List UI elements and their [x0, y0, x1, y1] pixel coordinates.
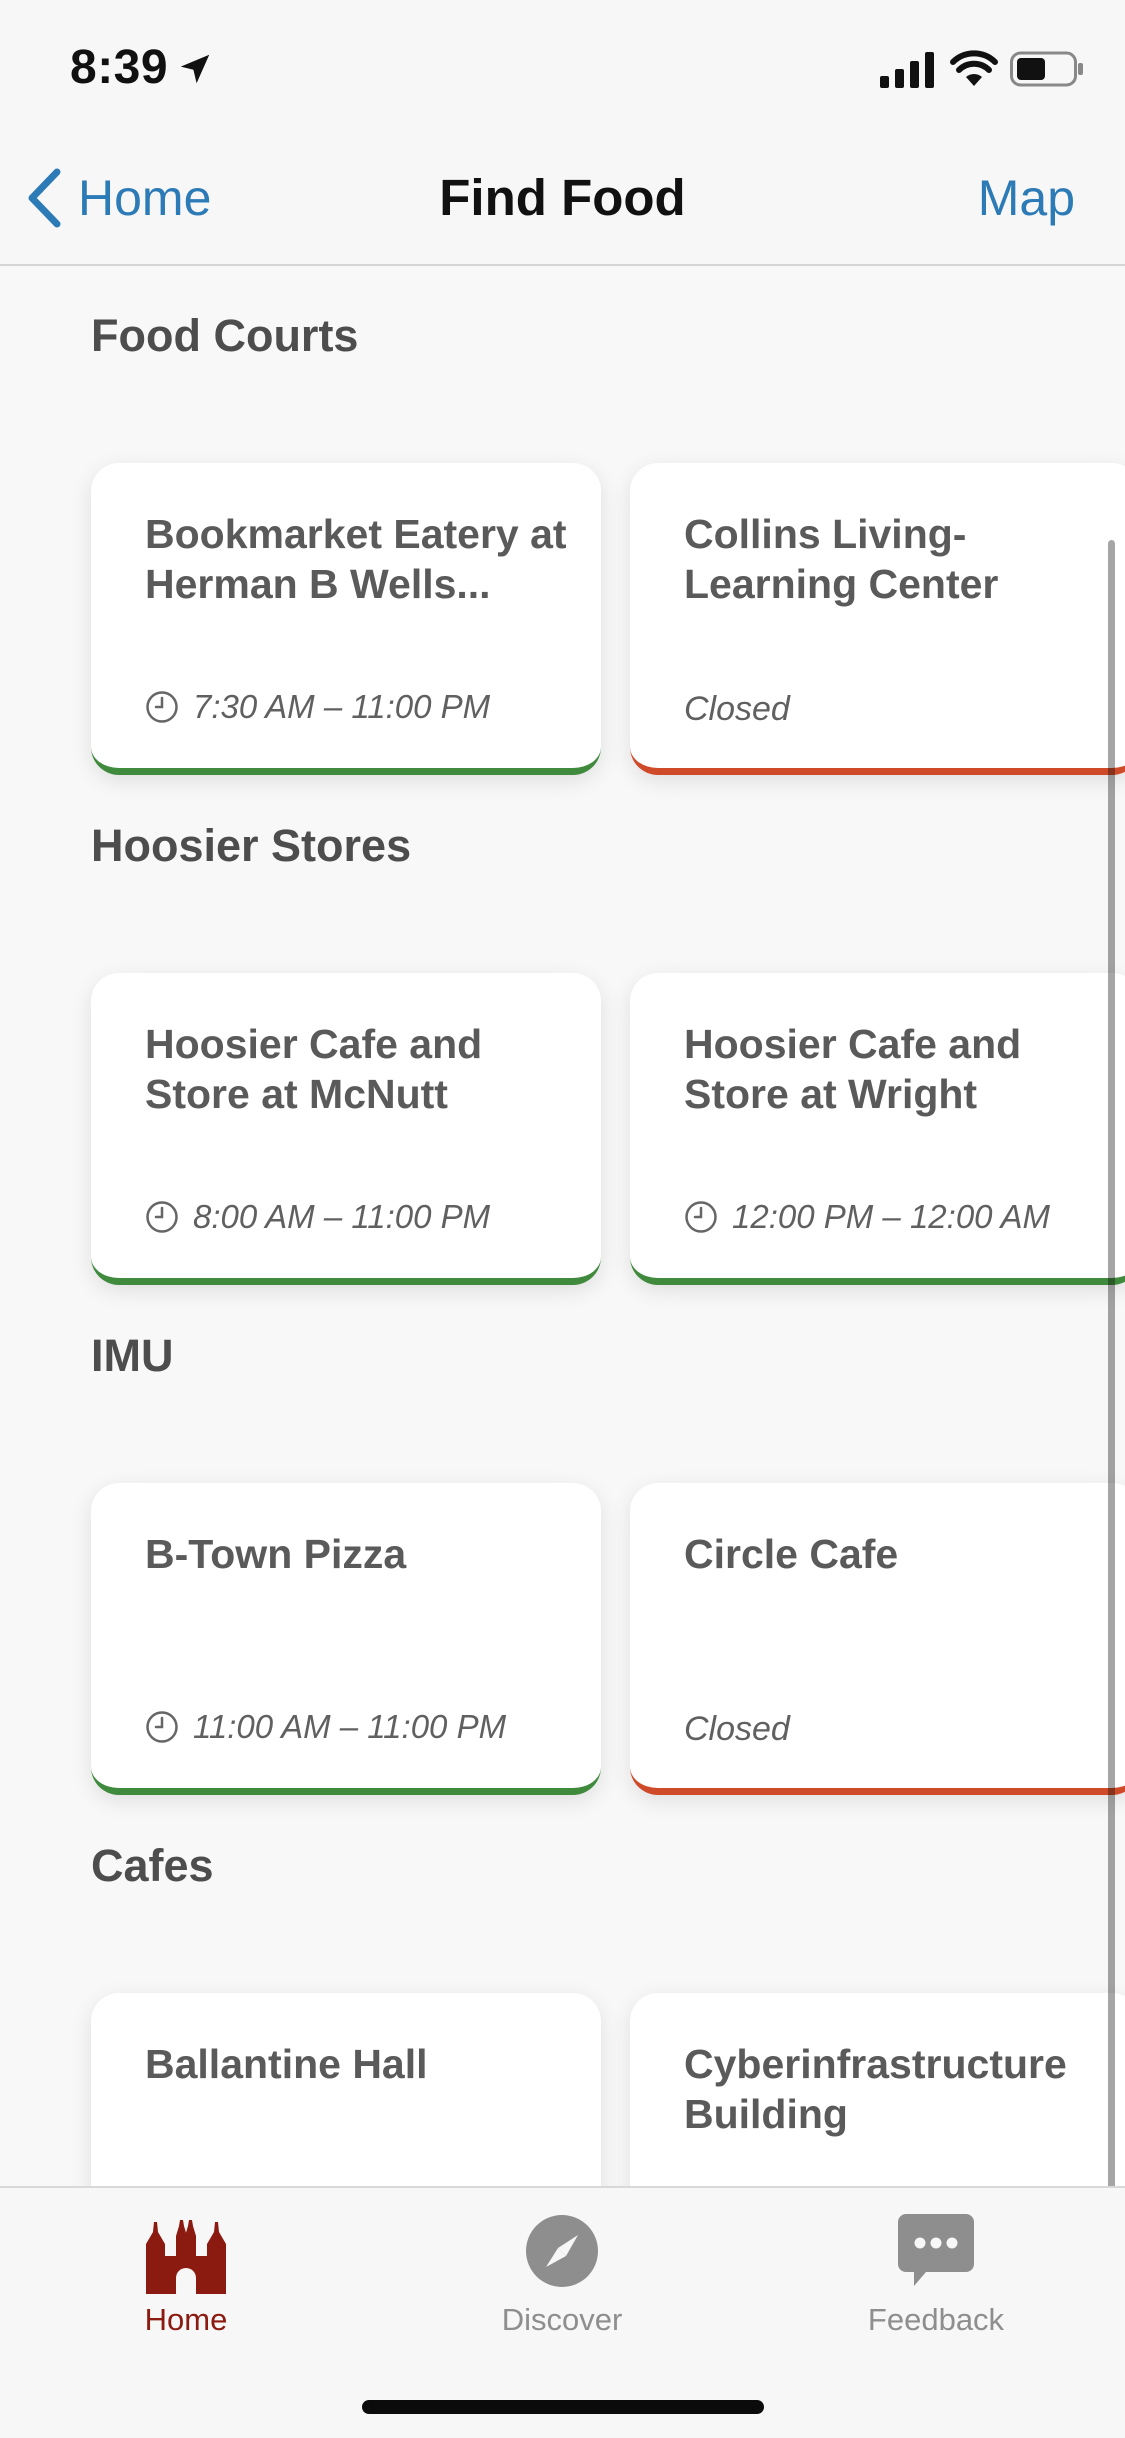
tab-label: Discover: [501, 2302, 623, 2337]
clock-icon: [146, 691, 178, 723]
section-title: Food Courts: [91, 310, 359, 361]
location-hours-text: 11:00 AM – 11:00 PM: [193, 1708, 507, 1745]
home-indicator[interactable]: [362, 2400, 764, 2414]
clock-icon: [146, 1711, 178, 1743]
location-hours-text: 12:00 PM – 12:00 AM: [732, 1198, 1050, 1235]
location-hours: 11:00 AM – 11:00 PM: [145, 1705, 506, 1749]
location-card[interactable]: Cyberinfrastructure Building: [630, 1993, 1125, 2186]
location-hours-text: 8:00 AM – 11:00 PM: [193, 1198, 491, 1235]
wifi-icon: [950, 50, 998, 86]
location-card[interactable]: Circle Cafe Closed: [630, 1483, 1125, 1795]
location-card[interactable]: B-Town Pizza 11:00 AM – 11:00 PM: [91, 1483, 601, 1795]
location-name: Bookmarket Eatery at Herman B Wells...: [145, 511, 567, 607]
location-name: Collins Living-Learning Center: [684, 511, 999, 607]
location-hours-text: 7:30 AM – 11:00 PM: [193, 688, 491, 725]
status-bar: 8:39: [0, 0, 1125, 132]
chevron-left-icon: [28, 168, 61, 228]
location-name: Cyberinfrastructure Building: [684, 2041, 1067, 2137]
clock-icon: [146, 1201, 178, 1233]
location-hours: 12:00 PM – 12:00 AM: [684, 1195, 1050, 1239]
location-name: B-Town Pizza: [145, 1531, 407, 1577]
location-card[interactable]: Bookmarket Eatery at Herman B Wells... 7…: [91, 463, 601, 775]
scroll-indicator[interactable]: [1108, 540, 1115, 2186]
battery-icon: [1010, 51, 1083, 87]
back-button[interactable]: Home: [24, 162, 211, 234]
tab-discover[interactable]: Discover: [437, 2206, 687, 2356]
location-card[interactable]: Hoosier Cafe and Store at McNutt 8:00 AM…: [91, 973, 601, 1285]
location-hours: 8:00 AM – 11:00 PM: [145, 1195, 490, 1239]
location-status: Closed: [684, 690, 790, 728]
location-arrow-icon: [180, 54, 210, 84]
location-card[interactable]: Hoosier Cafe and Store at Wright 12:00 P…: [630, 973, 1125, 1285]
home-towers-icon: [146, 2220, 226, 2294]
clock-icon: [685, 1201, 717, 1233]
tab-label: Home: [144, 2302, 228, 2337]
tab-feedback[interactable]: Feedback: [811, 2206, 1061, 2356]
tab-home[interactable]: Home: [61, 2206, 311, 2356]
map-button[interactable]: Map: [978, 162, 1075, 234]
location-name: Circle Cafe: [684, 1531, 899, 1577]
section-title: Cafes: [91, 1840, 214, 1891]
section-title: IMU: [91, 1330, 174, 1381]
tab-label: Feedback: [867, 2302, 1005, 2337]
location-name: Hoosier Cafe and Store at McNutt: [145, 1021, 483, 1117]
status-time: 8:39: [70, 41, 169, 94]
cellular-signal-icon: [880, 52, 934, 88]
location-card[interactable]: Collins Living-Learning Center Closed: [630, 463, 1125, 775]
chat-bubble-icon: [898, 2214, 974, 2286]
location-name: Ballantine Hall: [145, 2041, 428, 2087]
compass-icon: [526, 2215, 598, 2287]
location-hours: 7:30 AM – 11:00 PM: [145, 685, 490, 729]
navigation-bar: Home Find Food Map: [0, 132, 1125, 266]
food-list[interactable]: Food Courts Bookmarket Eatery at Herman …: [0, 266, 1125, 2186]
location-card[interactable]: Ballantine Hall: [91, 1993, 601, 2186]
back-button-label: Home: [78, 170, 212, 226]
location-name: Hoosier Cafe and Store at Wright: [684, 1021, 1022, 1117]
location-status: Closed: [684, 1710, 790, 1748]
section-title: Hoosier Stores: [91, 820, 412, 871]
